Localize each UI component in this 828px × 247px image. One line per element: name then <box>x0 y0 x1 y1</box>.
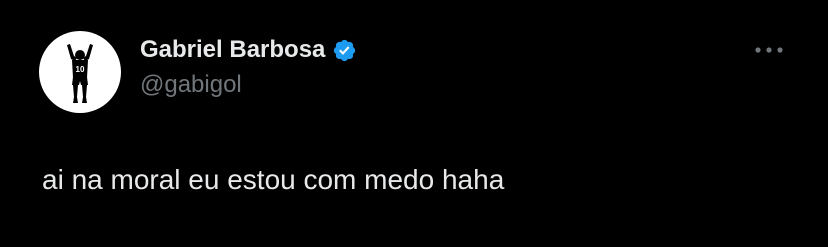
author-handle[interactable]: @gabigol <box>140 69 242 101</box>
tweet-text: ai na moral eu estou com medo haha <box>42 164 505 195</box>
tweet: 10 Gabriel Barbosa @gabigol ai na moral … <box>0 0 828 247</box>
author-display-name[interactable]: Gabriel Barbosa <box>140 34 325 66</box>
more-horizontal-icon <box>755 47 783 53</box>
footballer-silhouette-icon: 10 <box>67 44 93 103</box>
avatar[interactable]: 10 <box>39 31 121 113</box>
more-options-button[interactable] <box>752 38 786 62</box>
verified-badge-icon <box>332 38 357 63</box>
jersey-number: 10 <box>76 65 85 74</box>
author-name-row: Gabriel Barbosa <box>140 34 357 66</box>
